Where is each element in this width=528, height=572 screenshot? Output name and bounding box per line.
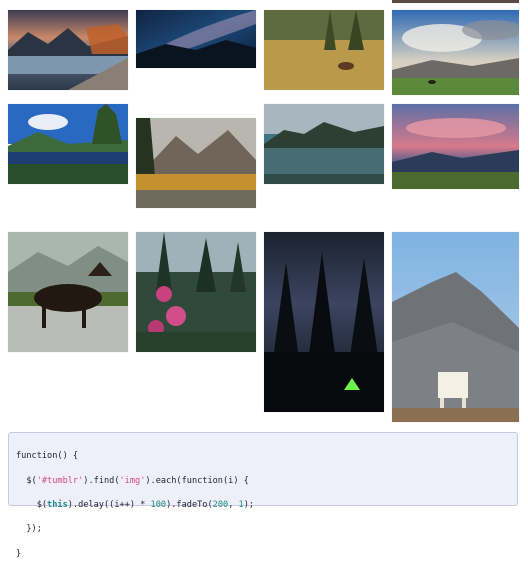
code-text: ,	[228, 499, 239, 510]
night-tent-photo[interactable]	[264, 232, 384, 412]
code-text: $(	[16, 475, 37, 486]
code-text: ).find(	[83, 475, 120, 486]
code-text: ).delay((i++) *	[67, 499, 151, 510]
code-line-3: $(this).delay((i++) * 100).fadeTo(200, 1…	[16, 499, 510, 511]
code-keyword: this	[47, 499, 68, 510]
fireweed-forest-photo[interactable]	[136, 232, 256, 352]
code-text: );	[243, 499, 255, 510]
milky-way-photo[interactable]	[136, 10, 256, 68]
code-string: 'img'	[119, 475, 146, 486]
code-text: $(	[16, 499, 48, 510]
partial-photo-top[interactable]	[392, 0, 519, 3]
elk-meadow-photo[interactable]	[264, 10, 384, 90]
lake-sunset-photo[interactable]	[8, 10, 128, 90]
code-snippet: function() { $('#tumblr').find('img').ea…	[8, 432, 518, 559]
misty-lake-photo[interactable]	[264, 104, 384, 184]
bison-plains-photo[interactable]	[392, 10, 519, 95]
code-text: }	[16, 548, 22, 559]
code-text: function() {	[16, 451, 79, 462]
code-line-5: }	[16, 548, 510, 560]
autumn-peaks-photo[interactable]	[136, 118, 256, 208]
code-number: 200	[212, 499, 229, 510]
moose-river-photo[interactable]	[8, 232, 128, 352]
mountain-reflection-photo[interactable]	[8, 104, 128, 184]
code-line-2: $('#tumblr').find('img').each(function(i…	[16, 475, 510, 487]
code-text: });	[16, 524, 42, 535]
pink-sunset-field-photo[interactable]	[392, 104, 519, 189]
code-text: ).fadeTo(	[166, 499, 213, 510]
code-line-4: });	[16, 523, 510, 535]
code-text: ).each(function(i) {	[145, 475, 249, 486]
code-string: '#tumblr'	[36, 475, 84, 486]
code-number: 100	[150, 499, 167, 510]
mountain-goat-photo[interactable]	[392, 232, 519, 422]
code-line-1: function() {	[16, 450, 510, 462]
